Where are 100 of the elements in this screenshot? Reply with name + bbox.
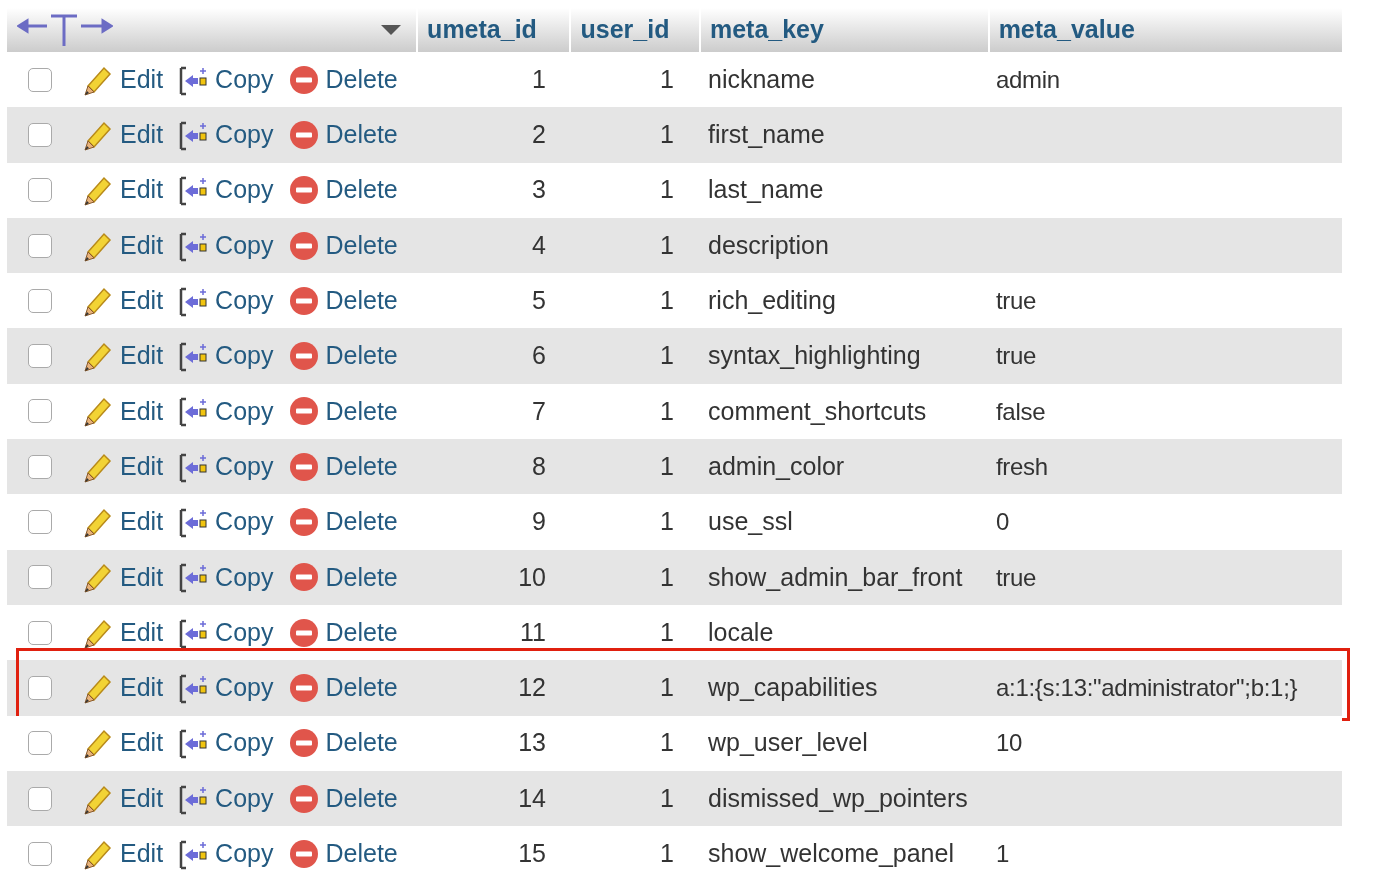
copy-link[interactable]: Copy: [215, 669, 274, 707]
row-checkbox[interactable]: [28, 786, 52, 811]
pencil-icon: [82, 340, 114, 373]
delete-link[interactable]: Delete: [325, 669, 398, 707]
delete-icon: [289, 838, 320, 869]
delete-link[interactable]: Delete: [325, 558, 398, 597]
table-cell: 1: [532, 64, 546, 93]
copy-link[interactable]: Copy: [215, 447, 274, 486]
table-cell: show_admin_bar_front: [708, 562, 963, 591]
row-checkbox[interactable]: [28, 178, 52, 203]
edit-link[interactable]: Edit: [120, 613, 164, 652]
row-checkbox[interactable]: [28, 675, 52, 700]
row-checkbox[interactable]: [28, 67, 52, 92]
copy-link[interactable]: Copy: [215, 116, 274, 154]
row-checkbox[interactable]: [28, 122, 52, 147]
edit-link[interactable]: Edit: [120, 171, 164, 209]
row-checkbox[interactable]: [28, 399, 52, 424]
table-cell: 1: [660, 562, 674, 591]
copy-link[interactable]: Copy: [215, 282, 274, 320]
table-cell: 2: [532, 120, 546, 149]
delete-icon: [289, 672, 320, 703]
delete-icon: [289, 285, 320, 316]
copy-icon: [177, 727, 210, 760]
table-cell: 12: [518, 673, 546, 702]
row-checkbox[interactable]: [28, 288, 52, 313]
table-cell: 1: [660, 507, 674, 536]
delete-link[interactable]: Delete: [325, 116, 398, 154]
table-cell: syntax_highlighting: [708, 341, 921, 370]
copy-link[interactable]: Copy: [215, 226, 274, 265]
delete-link[interactable]: Delete: [325, 60, 398, 99]
row-checkbox[interactable]: [28, 233, 52, 258]
table-cell: locale: [708, 617, 774, 646]
copy-link[interactable]: Copy: [215, 835, 274, 873]
table-cell: last_name: [708, 175, 824, 204]
delete-link[interactable]: Delete: [325, 613, 398, 652]
table-cell: 1: [660, 120, 674, 149]
edit-link[interactable]: Edit: [120, 503, 164, 541]
delete-link[interactable]: Delete: [325, 337, 398, 375]
copy-link[interactable]: Copy: [215, 171, 274, 209]
edit-link[interactable]: Edit: [120, 337, 164, 375]
table-cell: 1: [660, 783, 674, 812]
pencil-icon: [82, 506, 114, 538]
copy-link[interactable]: Copy: [215, 60, 274, 99]
delete-icon: [289, 175, 320, 206]
row-checkbox[interactable]: [28, 510, 52, 534]
table-cell: 1: [996, 840, 1010, 868]
table-cell: 1: [660, 396, 674, 425]
row-checkbox[interactable]: [28, 731, 52, 756]
table-cell: 1: [660, 451, 674, 480]
delete-link[interactable]: Delete: [325, 392, 398, 431]
edit-link[interactable]: Edit: [120, 116, 164, 154]
delete-link[interactable]: Delete: [325, 447, 398, 486]
delete-link[interactable]: Delete: [325, 503, 398, 541]
edit-link[interactable]: Edit: [120, 779, 164, 818]
table-cell: 1: [660, 341, 674, 370]
column-resize-icon[interactable]: [17, 12, 113, 48]
edit-link[interactable]: Edit: [120, 724, 164, 762]
delete-link[interactable]: Delete: [325, 779, 398, 818]
table-cell: 5: [532, 286, 546, 315]
copy-link[interactable]: Copy: [215, 558, 274, 597]
dropdown-caret-icon[interactable]: [380, 23, 403, 37]
row-checkbox[interactable]: [28, 344, 52, 369]
delete-link[interactable]: Delete: [325, 724, 398, 762]
table-cell: true: [996, 563, 1037, 591]
edit-link[interactable]: Edit: [120, 60, 164, 99]
table-cell: true: [996, 287, 1037, 315]
table-cell: 10: [996, 729, 1023, 757]
table-cell: a:1:{s:13:"administrator";b:1;}: [996, 674, 1298, 702]
delete-link[interactable]: Delete: [325, 282, 398, 320]
row-checkbox[interactable]: [28, 454, 52, 479]
table-cell: wp_user_level: [708, 728, 868, 757]
edit-link[interactable]: Edit: [120, 447, 164, 486]
table-cell: 1: [660, 175, 674, 204]
copy-link[interactable]: Copy: [215, 779, 274, 818]
edit-link[interactable]: Edit: [120, 392, 164, 431]
copy-link[interactable]: Copy: [215, 392, 274, 431]
row-checkbox[interactable]: [28, 565, 52, 590]
delete-link[interactable]: Delete: [325, 226, 398, 265]
delete-icon: [289, 230, 320, 261]
edit-link[interactable]: Edit: [120, 226, 164, 265]
copy-link[interactable]: Copy: [215, 337, 274, 375]
copy-link[interactable]: Copy: [215, 613, 274, 652]
copy-link[interactable]: Copy: [215, 724, 274, 762]
edit-link[interactable]: Edit: [120, 835, 164, 873]
table-cell: 6: [532, 341, 546, 370]
table-cell: 1: [660, 286, 674, 315]
row-checkbox[interactable]: [28, 620, 52, 645]
table-cell: dismissed_wp_pointers: [708, 783, 968, 812]
copy-link[interactable]: Copy: [215, 503, 274, 541]
row-checkbox[interactable]: [28, 841, 52, 866]
edit-link[interactable]: Edit: [120, 558, 164, 597]
pencil-icon: [82, 174, 114, 207]
delete-link[interactable]: Delete: [325, 171, 398, 209]
table-cell: nickname: [708, 64, 815, 93]
table-cell: show_welcome_panel: [708, 839, 954, 868]
delete-link[interactable]: Delete: [325, 835, 398, 873]
edit-link[interactable]: Edit: [120, 282, 164, 320]
table-cell: 8: [532, 451, 546, 480]
table-cell: 7: [532, 396, 546, 425]
edit-link[interactable]: Edit: [120, 669, 164, 707]
